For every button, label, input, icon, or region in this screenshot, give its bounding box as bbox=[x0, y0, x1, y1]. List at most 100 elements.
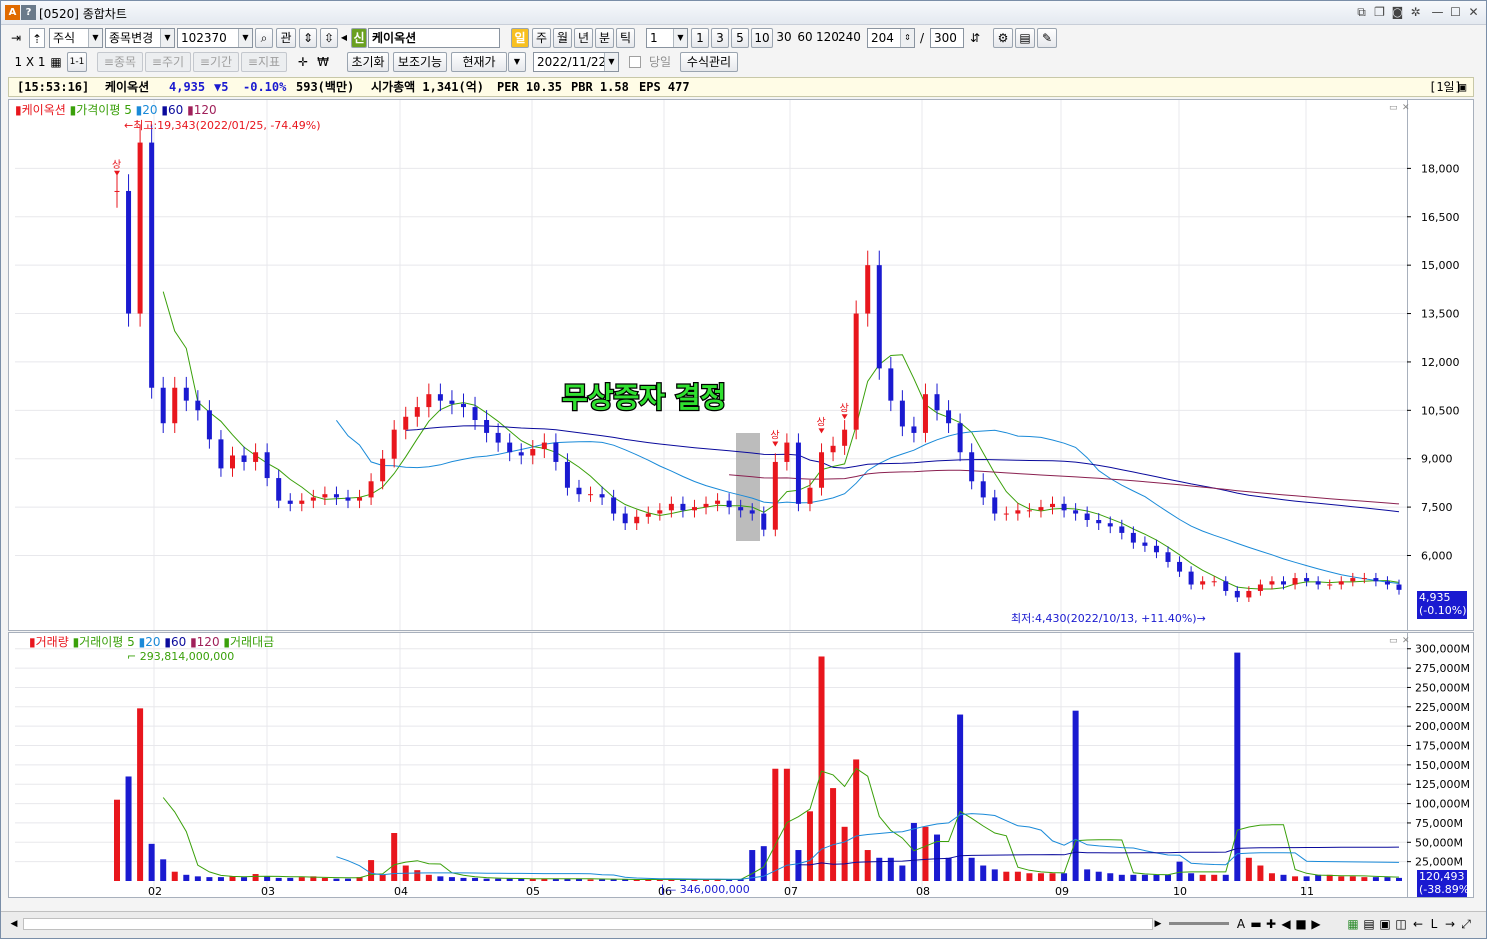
image-icon[interactable]: ▣ bbox=[1378, 914, 1392, 934]
count-input[interactable]: 204 ⇕ bbox=[867, 28, 915, 48]
expand-arrow-icon[interactable]: ◀ bbox=[339, 28, 349, 48]
legend-vma60[interactable]: ▮60 bbox=[164, 635, 186, 649]
interval-5-button[interactable]: 5 bbox=[731, 28, 749, 48]
period-week-tab[interactable]: 주 bbox=[532, 28, 551, 48]
back-icon[interactable]: ◀ bbox=[1279, 914, 1293, 934]
play-icon[interactable]: ▶ bbox=[1309, 914, 1323, 934]
period-minute-tab[interactable]: 분 bbox=[595, 28, 614, 48]
tools-icon[interactable]: ✎ bbox=[1037, 28, 1057, 48]
date-picker[interactable]: 2022/11/22 ▼ bbox=[533, 52, 619, 72]
legend-trade-value[interactable]: ▮거래대금 bbox=[223, 635, 274, 649]
price-type-button[interactable]: 현재가 bbox=[451, 52, 507, 72]
indicator-button[interactable]: ≡지표 bbox=[241, 52, 287, 72]
reset-button[interactable]: 초기화 bbox=[347, 52, 389, 72]
stop-icon[interactable]: ■ bbox=[1294, 914, 1308, 934]
zoom-out-icon[interactable]: ▬ bbox=[1249, 914, 1263, 934]
copy-icon[interactable]: ❐ bbox=[1371, 4, 1388, 21]
period-button[interactable]: ≡주기 bbox=[145, 52, 191, 72]
interval-30-button[interactable]: 30 bbox=[774, 28, 794, 48]
legend-vma120[interactable]: ▮120 bbox=[190, 635, 220, 649]
scroll-track[interactable] bbox=[23, 918, 1153, 930]
pin-icon[interactable]: ⇡ bbox=[29, 28, 45, 48]
change-item-select[interactable]: 종목변경 ▼ bbox=[105, 28, 175, 48]
legend-ma20[interactable]: ▮20 bbox=[136, 103, 158, 117]
interval-120-button[interactable]: 120 bbox=[816, 28, 839, 48]
gear-icon[interactable]: ✲ bbox=[1407, 4, 1424, 21]
close-icon[interactable]: ✕ bbox=[1465, 4, 1482, 21]
relation-button[interactable]: 관 bbox=[276, 28, 296, 48]
period-month-tab[interactable]: 월 bbox=[553, 28, 572, 48]
volume-bar bbox=[1049, 873, 1056, 881]
interval-3-button[interactable]: 3 bbox=[711, 28, 729, 48]
panel-min-icon[interactable]: ▭ bbox=[1389, 101, 1398, 115]
legend-volume[interactable]: ▮거래량 bbox=[29, 635, 69, 649]
market-select[interactable]: 주식 ▼ bbox=[49, 28, 103, 48]
layout-small-button[interactable]: 1-1 bbox=[67, 52, 87, 72]
link-icon[interactable]: ⧉ bbox=[1353, 4, 1370, 21]
period-year-tab[interactable]: 년 bbox=[574, 28, 593, 48]
excel-icon[interactable]: ▦ bbox=[1346, 914, 1360, 934]
app-a-icon[interactable]: A bbox=[5, 5, 20, 20]
price-chart-svg[interactable]: 18,000 16,500 15,000 13,500 12,000 10,500 9,00… bbox=[9, 100, 1473, 630]
line-icon[interactable]: L bbox=[1427, 914, 1441, 934]
save-icon[interactable]: ▤ bbox=[1015, 28, 1035, 48]
count-total-input[interactable]: 300 bbox=[930, 28, 964, 48]
legend-vma5[interactable]: ▮거래이평 5 bbox=[73, 635, 135, 649]
grid-icon[interactable]: ▦ bbox=[49, 52, 63, 72]
fit-icon[interactable]: ⤢ bbox=[1459, 914, 1473, 934]
candle-body bbox=[1257, 584, 1263, 591]
vol-panel-min-icon[interactable]: ▭ bbox=[1389, 634, 1398, 648]
item-button[interactable]: ≡종목 bbox=[97, 52, 143, 72]
sort-icon[interactable]: ⇳ bbox=[320, 28, 338, 48]
aux-function-button[interactable]: 보조기능 bbox=[393, 52, 447, 72]
interval-240-button[interactable]: 240 bbox=[838, 28, 861, 48]
period-tick-tab[interactable]: 틱 bbox=[616, 28, 635, 48]
legend-ma60[interactable]: ▮60 bbox=[161, 103, 183, 117]
same-day-checkbox[interactable] bbox=[629, 56, 641, 68]
settings-icon[interactable]: ⚙ bbox=[993, 28, 1013, 48]
interval-1-button[interactable]: 1 bbox=[691, 28, 709, 48]
search-icon[interactable]: ⌕ bbox=[255, 28, 273, 48]
scroll-right-button[interactable]: ▶ bbox=[1151, 914, 1165, 934]
range-button[interactable]: ≡기간 bbox=[193, 52, 239, 72]
period-day-tab[interactable]: 일 bbox=[511, 28, 529, 48]
maximize-icon[interactable]: ☐ bbox=[1447, 4, 1464, 21]
help-icon[interactable]: ? bbox=[21, 5, 36, 20]
zoom-in-icon[interactable]: ✚ bbox=[1264, 914, 1278, 934]
vol-panel-close-icon[interactable]: ✕ bbox=[1402, 634, 1410, 648]
panel-close-icon[interactable]: ✕ bbox=[1402, 101, 1410, 115]
interval-10-button[interactable]: 10 bbox=[751, 28, 773, 48]
zoom-a-icon[interactable]: A bbox=[1234, 914, 1248, 934]
interval-select[interactable]: 1 ▼ bbox=[646, 28, 688, 48]
legend-vma20[interactable]: ▮20 bbox=[139, 635, 161, 649]
layout-label[interactable]: 1 X 1 bbox=[13, 52, 47, 72]
legend-ma120[interactable]: ▮120 bbox=[187, 103, 217, 117]
up-down-icon[interactable]: ⇕ bbox=[299, 28, 317, 48]
volume-bar bbox=[1257, 865, 1264, 881]
panel-toggle-icon[interactable]: ⇥ bbox=[8, 28, 24, 48]
interval-60-button[interactable]: 60 bbox=[795, 28, 815, 48]
print-icon[interactable]: ▤ bbox=[1362, 914, 1376, 934]
won-icon[interactable]: ₩ bbox=[314, 52, 332, 72]
legend-price[interactable]: ▮케이옥션 bbox=[15, 103, 66, 117]
limit-up-arrow bbox=[818, 428, 825, 434]
crosshair-icon[interactable]: ✛ bbox=[294, 52, 312, 72]
minimize-icon[interactable]: — bbox=[1429, 4, 1446, 21]
legend-ma5[interactable]: ▮가격이평 5 bbox=[70, 103, 132, 117]
arrow-right-icon[interactable]: → bbox=[1443, 914, 1457, 934]
volume-chart-svg[interactable]: 300,000M 275,000M 250,000M 225,000M 200,000M… bbox=[9, 633, 1473, 898]
scroll-left-button[interactable]: ◀ bbox=[7, 914, 21, 934]
quote-period[interactable]: [1일] bbox=[1429, 78, 1462, 96]
stock-name-field[interactable]: 케이옥션 bbox=[368, 28, 500, 48]
zoom-slider[interactable] bbox=[1169, 922, 1229, 925]
price-type-arrow-icon[interactable]: ▼ bbox=[508, 52, 526, 72]
camera-icon[interactable]: ◙ bbox=[1389, 4, 1406, 21]
stock-code-input[interactable]: 102370 ▼ bbox=[177, 28, 253, 48]
arrow-left-icon[interactable]: ← bbox=[1411, 914, 1425, 934]
capture-icon[interactable]: ◫ bbox=[1394, 914, 1408, 934]
formula-manage-button[interactable]: 수식관리 bbox=[680, 52, 738, 72]
panel-max-icon[interactable]: ▣ bbox=[1459, 78, 1466, 96]
adjust-icon[interactable]: ⇵ bbox=[966, 28, 984, 48]
volume-bar bbox=[991, 869, 998, 881]
candle-body bbox=[206, 410, 212, 440]
